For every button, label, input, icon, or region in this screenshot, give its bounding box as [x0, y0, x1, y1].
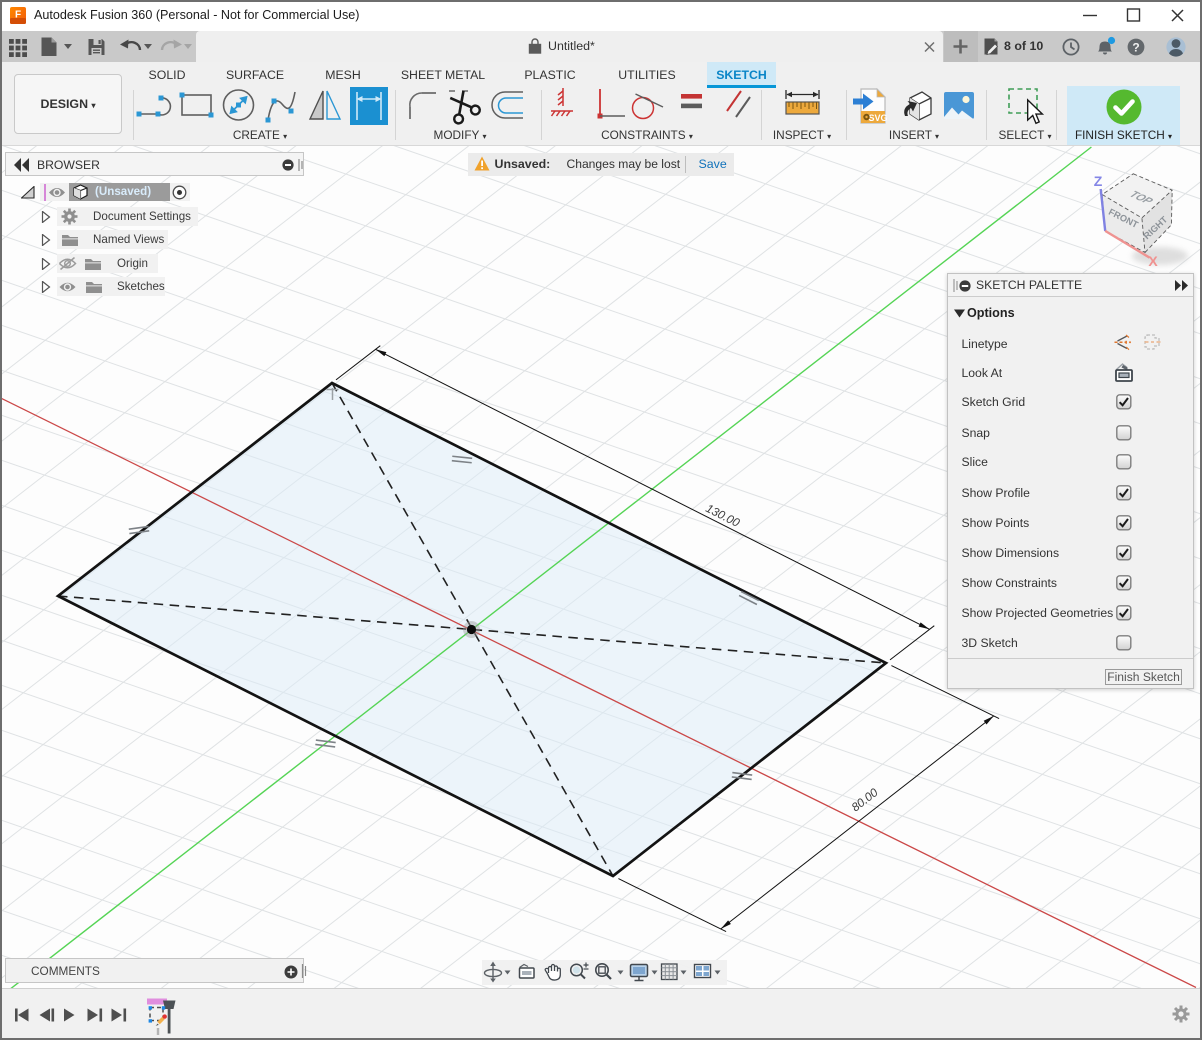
svg-text:?: ? — [1132, 40, 1139, 54]
svg-text:X: X — [1148, 253, 1158, 269]
svg-text:SVG: SVG — [868, 113, 887, 123]
svg-text:Z: Z — [1094, 173, 1103, 189]
svg-text:F: F — [15, 10, 21, 21]
